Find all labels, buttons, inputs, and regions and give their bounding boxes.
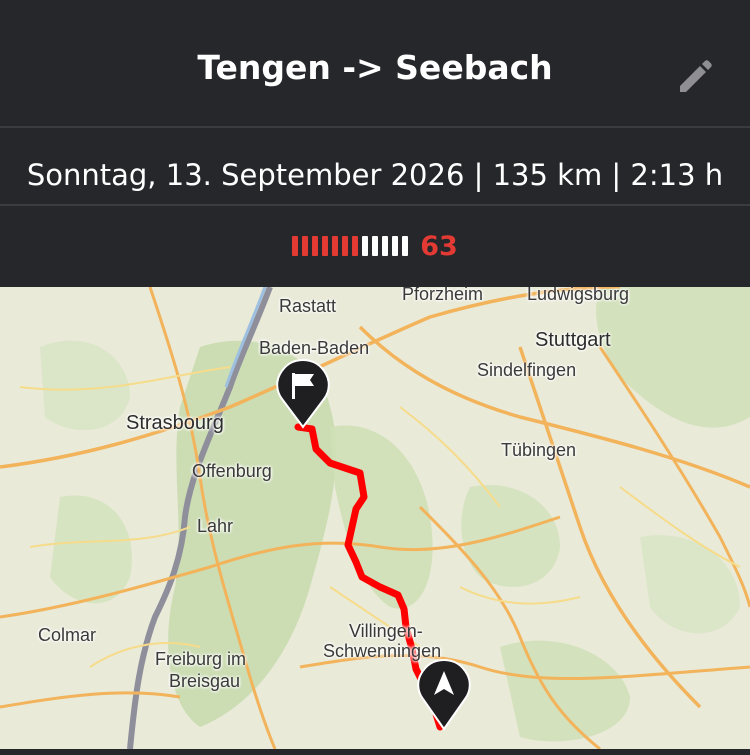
rating-bar [362, 236, 369, 256]
rating-bar [392, 236, 399, 256]
rating-value: 63 [420, 230, 458, 262]
place-sindelfingen: Sindelfingen [477, 360, 577, 380]
start-marker[interactable] [416, 657, 472, 731]
place-pforzheim: Pforzheim [402, 287, 484, 304]
route-title: Tengen -> Seebach [197, 48, 553, 87]
rating-bar [402, 236, 409, 256]
place-freiburg: Freiburg im [155, 649, 247, 669]
edit-button[interactable] [670, 52, 720, 96]
rating-bar [332, 236, 339, 256]
destination-marker[interactable] [274, 357, 332, 429]
rating-bar [312, 236, 319, 256]
route-info: Sonntag, 13. September 2026 | 135 km | 2… [0, 128, 750, 204]
place-tuebingen: Tübingen [501, 440, 577, 460]
rating-bar [382, 236, 389, 256]
place-ludwigsburg: Ludwigsburg [527, 287, 630, 304]
rating-bar [302, 236, 309, 256]
map-background [0, 287, 750, 749]
place-stuttgart: Stuttgart [535, 329, 611, 351]
bottom-edge [0, 749, 750, 755]
place-breisgau: Breisgau [169, 671, 241, 691]
rating-bar [342, 236, 349, 256]
curviness-rating: 63 [0, 206, 750, 286]
rating-bar [322, 236, 329, 256]
rating-bar [292, 236, 299, 256]
route-map[interactable]: Rastatt Pforzheim Ludwigsburg Baden-Bade… [0, 287, 750, 749]
rating-bar [372, 236, 379, 256]
place-strasbourg: Strasbourg [126, 412, 224, 434]
route-summary: Sonntag, 13. September 2026 | 135 km | 2… [26, 158, 724, 192]
place-lahr: Lahr [197, 516, 234, 536]
place-villingen: Villingen- [349, 621, 423, 641]
place-colmar: Colmar [38, 625, 97, 645]
pencil-icon [680, 60, 712, 92]
place-baden-baden: Baden-Baden [259, 338, 370, 358]
header-bar: Tengen -> Seebach [0, 0, 750, 126]
rating-bars [292, 236, 409, 256]
place-offenburg: Offenburg [192, 461, 272, 481]
place-rastatt: Rastatt [279, 296, 337, 316]
rating-bar [352, 236, 359, 256]
